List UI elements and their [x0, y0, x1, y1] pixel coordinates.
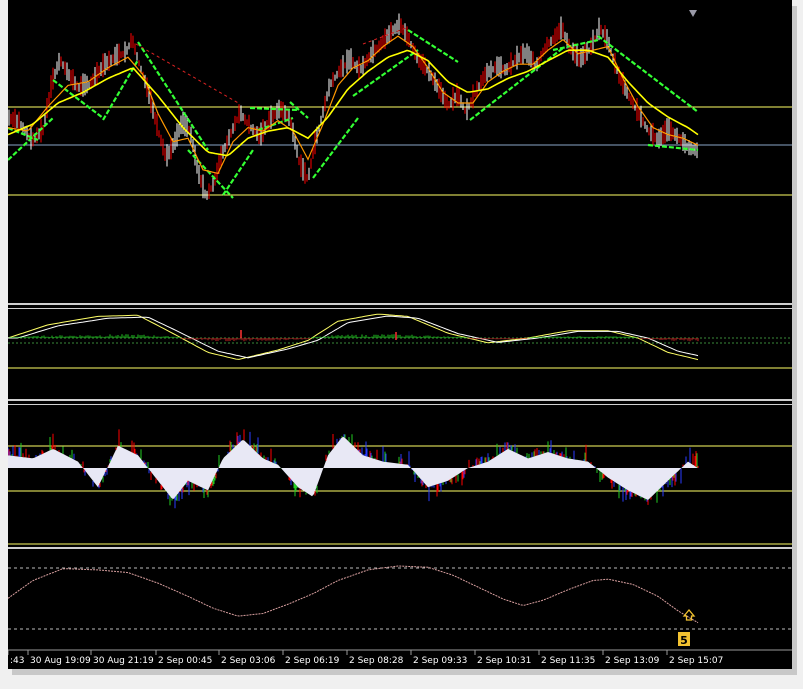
time-axis-label: 2 Sep 13:09	[605, 656, 660, 666]
time-axis-label: 2 Sep 08:28	[349, 656, 404, 666]
time-axis-label: 30 Aug 19:09	[30, 656, 91, 666]
price-chart-svg[interactable]: 5 :43 30 Aug 19:09 30 Aug 21:19 2 Sep 00:45…	[8, 0, 792, 669]
time-axis-label: 2 Sep 00:45	[158, 656, 212, 666]
pane-separator	[8, 547, 792, 549]
time-axis-label: 2 Sep 11:35	[541, 656, 595, 666]
time-axis-label: 2 Sep 15:07	[669, 656, 723, 666]
signal-badge-label: 5	[680, 634, 688, 647]
cycle-line	[8, 565, 699, 624]
pane-separator	[8, 404, 792, 405]
triangle-down-icon[interactable]	[689, 10, 697, 17]
arrow-up-icon	[682, 608, 696, 621]
oscillator-pane	[8, 429, 699, 509]
trend-line-segment	[249, 106, 299, 112]
time-axis: :43 30 Aug 19:09 30 Aug 21:19 2 Sep 00:45 2 …	[8, 650, 723, 666]
time-axis-label: :43	[10, 656, 24, 666]
macd-pane	[8, 313, 699, 361]
frame-shadow-bottom	[12, 669, 797, 675]
trend-line-segment	[222, 149, 254, 196]
pane-separator	[8, 303, 792, 305]
level-lines	[8, 106, 792, 630]
time-axis-label: 2 Sep 03:06	[221, 656, 276, 666]
cycle-pane	[8, 565, 699, 624]
frame-shadow-right	[792, 6, 797, 671]
time-axis-label: 2 Sep 09:33	[413, 656, 467, 666]
trend-line-segment	[597, 35, 699, 113]
time-axis-label: 2 Sep 06:19	[285, 656, 340, 666]
chart-window[interactable]: 5 :43 30 Aug 19:09 30 Aug 21:19 2 Sep 00:45…	[8, 0, 792, 669]
pane-separator	[8, 308, 792, 309]
trend-line-segment	[312, 117, 359, 179]
trend-lines	[8, 27, 699, 199]
pane-separator	[8, 399, 792, 401]
time-axis-label: 30 Aug 21:19	[93, 656, 154, 666]
time-axis-label: 2 Sep 10:31	[477, 656, 531, 666]
diagonal-dashed-line	[135, 43, 241, 105]
